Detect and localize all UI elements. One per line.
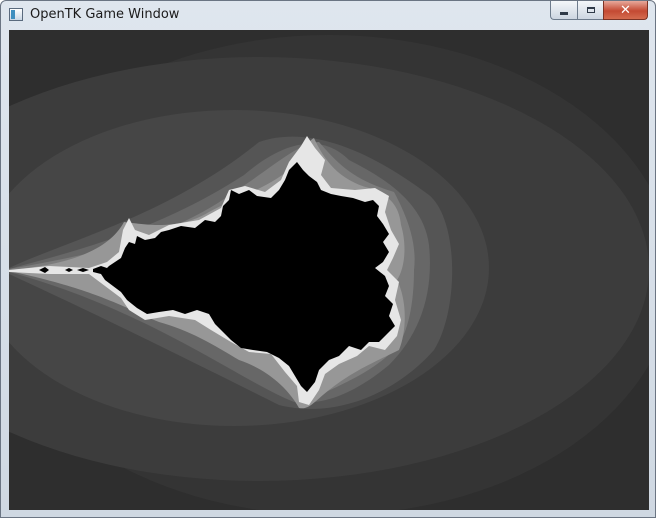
window-controls: ✕ <box>550 1 648 21</box>
render-viewport[interactable] <box>9 30 649 510</box>
close-icon: ✕ <box>620 2 631 18</box>
maximize-button[interactable] <box>577 1 603 20</box>
window-title: OpenTK Game Window <box>30 7 180 22</box>
title-bar[interactable]: OpenTK Game Window ✕ <box>1 1 655 29</box>
minimize-button[interactable] <box>550 1 577 20</box>
minimize-icon <box>560 11 568 15</box>
close-button[interactable]: ✕ <box>603 1 648 20</box>
fractal-canvas <box>9 30 649 510</box>
app-icon[interactable] <box>9 8 23 21</box>
app-window: OpenTK Game Window ✕ <box>0 0 656 518</box>
maximize-icon <box>586 7 595 13</box>
